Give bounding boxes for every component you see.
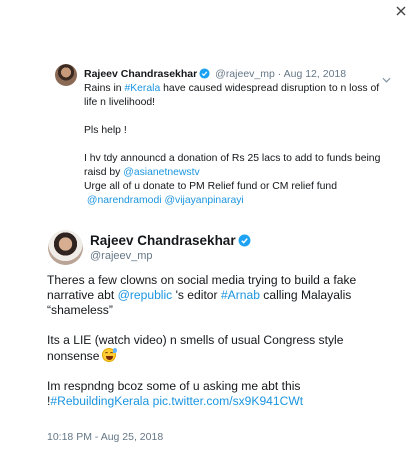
text-fragment: nonsense — [47, 349, 100, 363]
quoted-tweet-header: Rajeev Chandrasekhar @rajeev_mp · Aug 12… — [84, 68, 346, 83]
verified-badge-icon — [199, 68, 210, 83]
text-line: Im respndng bcoz some of u asking me abt… — [47, 379, 301, 393]
text-fragment: calling Malayalis — [259, 288, 352, 302]
verified-badge-icon — [238, 234, 251, 250]
mention-link[interactable]: @narendramodi — [87, 195, 162, 206]
tweet-date[interactable]: Aug 12, 2018 — [284, 68, 346, 80]
separator: · — [277, 68, 282, 80]
text-line: Pls help ! — [84, 125, 127, 136]
avatar[interactable] — [55, 64, 77, 86]
text-fragment: raisd by — [84, 167, 124, 178]
author-handle[interactable]: @rajeev_mp — [90, 250, 153, 262]
text-fragment: Rains in — [84, 83, 125, 94]
hashtag-link[interactable]: #Kerala — [124, 83, 160, 94]
text-fragment: narrative abt — [47, 288, 118, 302]
text-line: I hv tdy announcd a donation of Rs 25 la… — [84, 153, 381, 164]
avatar[interactable] — [48, 230, 83, 265]
text-line: Theres a few clowns on social media tryi… — [47, 273, 357, 287]
tweet-timestamp[interactable]: 10:18 PM - Aug 25, 2018 — [47, 431, 163, 443]
hashtag-link[interactable]: #Arnab — [221, 288, 260, 302]
text-line: life n livelihood! — [84, 97, 156, 108]
hashtag-link[interactable]: #RebuildingKerala — [50, 394, 149, 408]
author-name[interactable]: Rajeev Chandrasekhar — [90, 233, 253, 250]
text-line: “shameless” — [47, 303, 113, 317]
text-line: Urge all of u donate to PM Relief fund o… — [84, 181, 337, 192]
mention-link[interactable]: @asianetnewstv — [123, 167, 199, 178]
mention-link[interactable]: @vijayanpinarayi — [164, 195, 243, 206]
mention-link[interactable]: @republic — [118, 288, 173, 302]
author-handle[interactable]: @rajeev_mp — [215, 68, 275, 80]
author-name-text: Rajeev Chandrasekhar — [90, 233, 236, 248]
text-fragment: have caused widespread disruption to n l… — [160, 83, 380, 94]
close-icon[interactable] — [396, 6, 406, 16]
author-name[interactable]: Rajeev Chandrasekhar — [84, 68, 197, 80]
tweet-text: Theres a few clowns on social media tryi… — [47, 273, 387, 409]
text-fragment: 's editor — [172, 288, 221, 302]
quoted-tweet-text: Rains in #Kerala have caused widespread … — [84, 82, 389, 208]
grinning-sweat-emoji — [102, 348, 118, 362]
text-line: Its a LIE (watch video) n smells of usua… — [47, 333, 344, 347]
media-link[interactable]: pic.twitter.com/sx9K941CWt — [153, 394, 304, 408]
